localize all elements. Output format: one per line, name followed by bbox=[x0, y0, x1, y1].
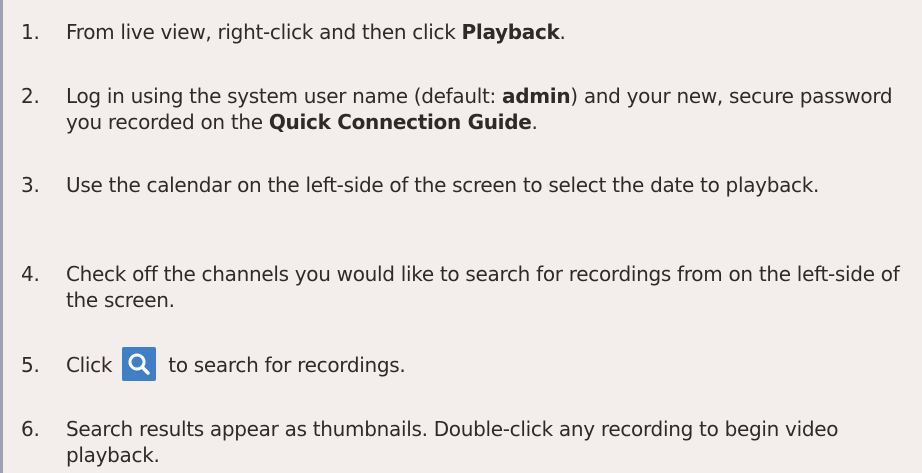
step-text: Search results appear as thumbnails. Dou… bbox=[66, 417, 839, 467]
step-text: Log in using the system user name (defau… bbox=[66, 83, 918, 135]
step-text: Click to search for recordings. bbox=[66, 346, 918, 381]
step-text-part: . bbox=[559, 20, 566, 44]
step-bold-term: Playback bbox=[461, 20, 560, 44]
step-bold-term: Quick Connection Guide bbox=[268, 110, 532, 134]
step-text: Use the calendar on the left-side of the… bbox=[66, 173, 820, 197]
step-number: 3. bbox=[21, 173, 40, 197]
step-text: Check off the channels you would like to… bbox=[66, 262, 900, 312]
step-text-part: Click bbox=[66, 353, 119, 377]
search-icon bbox=[128, 353, 150, 375]
step-number: 6. bbox=[21, 417, 40, 441]
step-number: 2. bbox=[21, 84, 40, 108]
step-text: From live view, right-click and then cli… bbox=[66, 19, 918, 45]
search-button[interactable] bbox=[122, 346, 157, 381]
step-number: 5. bbox=[21, 353, 40, 377]
step-text-part: From live view, right-click and then cli… bbox=[66, 20, 462, 44]
instruction-steps: 1. From live view, right-click and then … bbox=[0, 0, 922, 473]
step-text-part: Log in using the system user name (defau… bbox=[66, 84, 503, 108]
step-text-part: . bbox=[531, 110, 538, 134]
step-text-part: to search for recordings. bbox=[162, 353, 406, 377]
step-bold-term: admin bbox=[502, 84, 571, 108]
step-number: 1. bbox=[21, 20, 40, 44]
step-number: 4. bbox=[21, 262, 40, 286]
